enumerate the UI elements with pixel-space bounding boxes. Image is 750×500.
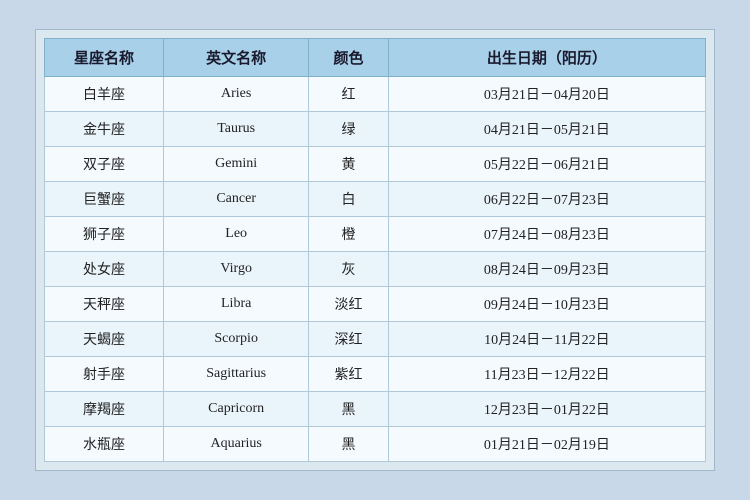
cell-english: Virgo <box>163 252 308 287</box>
cell-english: Aries <box>163 77 308 112</box>
cell-color: 橙 <box>309 217 388 252</box>
cell-color: 绿 <box>309 112 388 147</box>
cell-english: Cancer <box>163 182 308 217</box>
zodiac-table: 星座名称 英文名称 颜色 出生日期（阳历） 白羊座Aries红03月21日－04… <box>44 38 706 462</box>
table-row: 白羊座Aries红03月21日－04月20日 <box>45 77 706 112</box>
header-chinese: 星座名称 <box>45 39 164 77</box>
cell-chinese: 天蝎座 <box>45 322 164 357</box>
cell-date: 07月24日－08月23日 <box>388 217 705 252</box>
cell-chinese: 双子座 <box>45 147 164 182</box>
cell-color: 黑 <box>309 392 388 427</box>
table-row: 双子座Gemini黄05月22日－06月21日 <box>45 147 706 182</box>
cell-date: 10月24日－11月22日 <box>388 322 705 357</box>
table-row: 天蝎座Scorpio深红10月24日－11月22日 <box>45 322 706 357</box>
zodiac-table-container: 星座名称 英文名称 颜色 出生日期（阳历） 白羊座Aries红03月21日－04… <box>35 29 715 471</box>
cell-english: Capricorn <box>163 392 308 427</box>
cell-chinese: 射手座 <box>45 357 164 392</box>
header-date: 出生日期（阳历） <box>388 39 705 77</box>
cell-date: 05月22日－06月21日 <box>388 147 705 182</box>
header-english: 英文名称 <box>163 39 308 77</box>
table-row: 狮子座Leo橙07月24日－08月23日 <box>45 217 706 252</box>
table-row: 处女座Virgo灰08月24日－09月23日 <box>45 252 706 287</box>
cell-chinese: 金牛座 <box>45 112 164 147</box>
cell-chinese: 天秤座 <box>45 287 164 322</box>
cell-english: Taurus <box>163 112 308 147</box>
header-color: 颜色 <box>309 39 388 77</box>
cell-date: 09月24日－10月23日 <box>388 287 705 322</box>
table-row: 水瓶座Aquarius黑01月21日－02月19日 <box>45 427 706 462</box>
cell-color: 黄 <box>309 147 388 182</box>
table-row: 射手座Sagittarius紫红11月23日－12月22日 <box>45 357 706 392</box>
cell-chinese: 狮子座 <box>45 217 164 252</box>
cell-color: 红 <box>309 77 388 112</box>
cell-chinese: 巨蟹座 <box>45 182 164 217</box>
table-row: 摩羯座Capricorn黑12月23日－01月22日 <box>45 392 706 427</box>
cell-color: 灰 <box>309 252 388 287</box>
cell-date: 03月21日－04月20日 <box>388 77 705 112</box>
cell-date: 01月21日－02月19日 <box>388 427 705 462</box>
table-row: 天秤座Libra淡红09月24日－10月23日 <box>45 287 706 322</box>
table-row: 巨蟹座Cancer白06月22日－07月23日 <box>45 182 706 217</box>
cell-english: Scorpio <box>163 322 308 357</box>
cell-chinese: 摩羯座 <box>45 392 164 427</box>
table-row: 金牛座Taurus绿04月21日－05月21日 <box>45 112 706 147</box>
cell-color: 黑 <box>309 427 388 462</box>
cell-english: Leo <box>163 217 308 252</box>
cell-color: 紫红 <box>309 357 388 392</box>
cell-date: 08月24日－09月23日 <box>388 252 705 287</box>
cell-color: 深红 <box>309 322 388 357</box>
cell-date: 06月22日－07月23日 <box>388 182 705 217</box>
cell-english: Libra <box>163 287 308 322</box>
table-header-row: 星座名称 英文名称 颜色 出生日期（阳历） <box>45 39 706 77</box>
cell-chinese: 水瓶座 <box>45 427 164 462</box>
cell-date: 04月21日－05月21日 <box>388 112 705 147</box>
cell-color: 白 <box>309 182 388 217</box>
cell-english: Sagittarius <box>163 357 308 392</box>
cell-date: 11月23日－12月22日 <box>388 357 705 392</box>
cell-chinese: 处女座 <box>45 252 164 287</box>
cell-color: 淡红 <box>309 287 388 322</box>
cell-chinese: 白羊座 <box>45 77 164 112</box>
cell-english: Aquarius <box>163 427 308 462</box>
cell-date: 12月23日－01月22日 <box>388 392 705 427</box>
cell-english: Gemini <box>163 147 308 182</box>
